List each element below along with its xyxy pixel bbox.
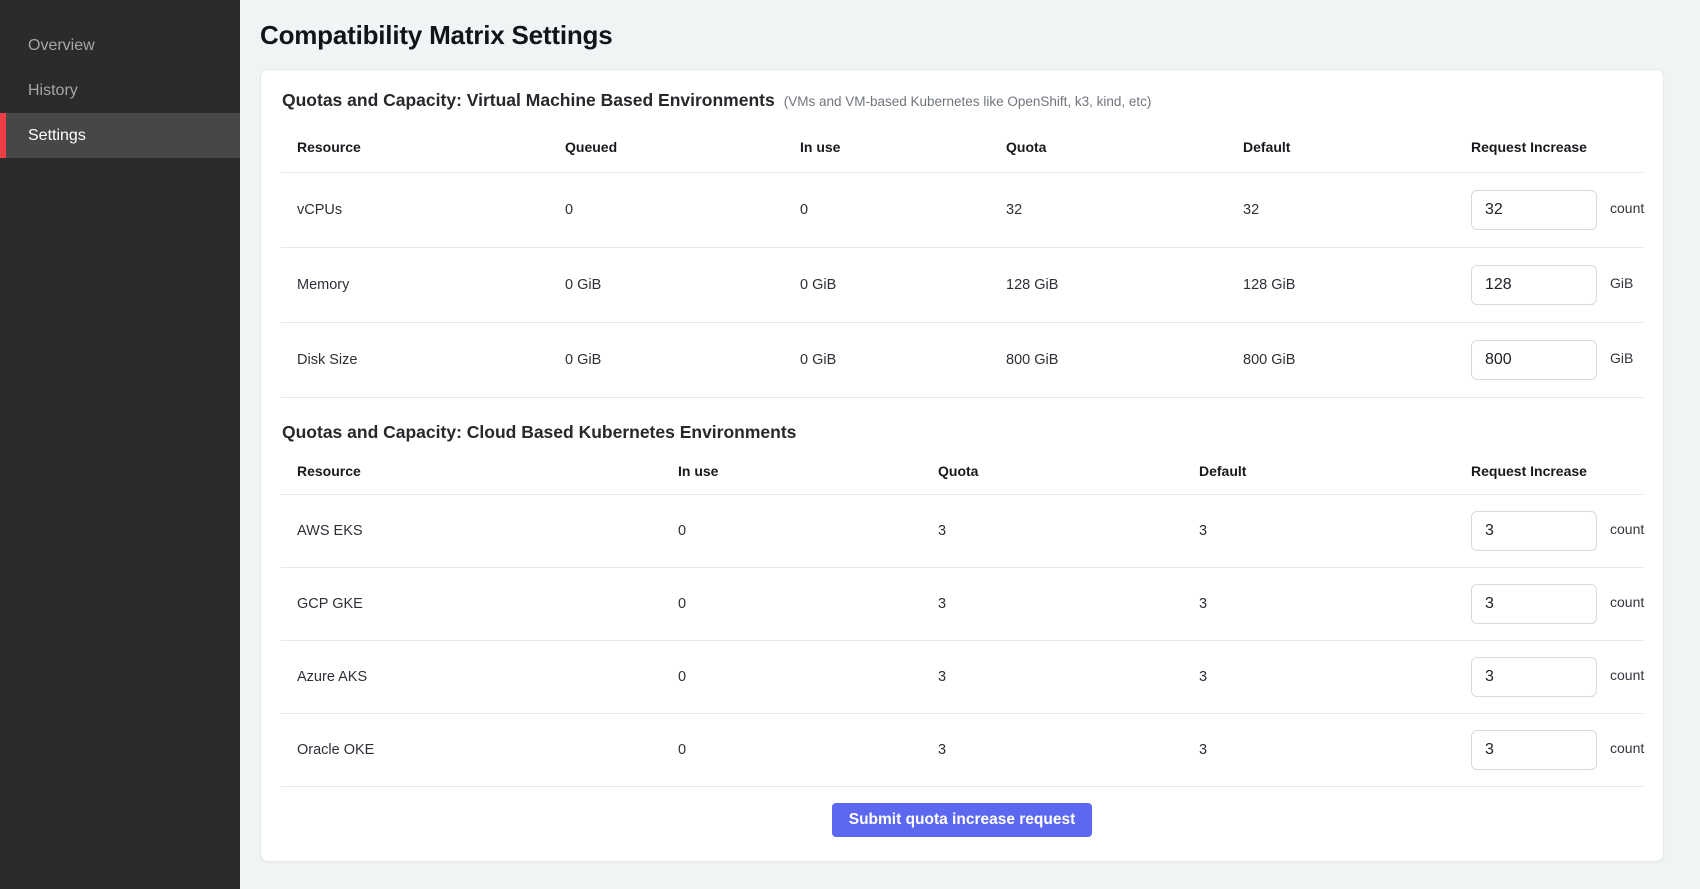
request-increase-cell: count [1471, 657, 1643, 697]
in-use-value: 0 [800, 202, 1006, 218]
queued-value: 0 GiB [565, 352, 800, 368]
quota-value: 800 GiB [1006, 352, 1243, 368]
gcp-gke-request-input[interactable] [1471, 584, 1597, 624]
request-increase-cell: count [1471, 584, 1643, 624]
k8s-section-header: Quotas and Capacity: Cloud Based Kuberne… [281, 422, 1643, 443]
request-increase-cell: GiB [1471, 340, 1643, 380]
default-value: 800 GiB [1243, 352, 1471, 368]
in-use-value: 0 [678, 669, 938, 685]
quota-value: 3 [938, 523, 1199, 539]
sidebar-item-overview[interactable]: Overview [0, 23, 240, 68]
request-increase-cell: GiB [1471, 265, 1643, 305]
in-use-value: 0 GiB [800, 277, 1006, 293]
unit-label: GiB [1610, 275, 1633, 291]
column-header-resource: Resource [297, 463, 678, 479]
table-row: Oracle OKE 0 3 3 count [281, 714, 1643, 787]
column-header-in-use: In use [800, 139, 1006, 155]
quota-value: 3 [938, 596, 1199, 612]
queued-value: 0 [565, 202, 800, 218]
resource-name: vCPUs [297, 202, 565, 218]
resource-name: Memory [297, 277, 565, 293]
unit-label: count [1610, 667, 1644, 683]
quota-value: 3 [938, 669, 1199, 685]
in-use-value: 0 [678, 523, 938, 539]
column-header-quota: Quota [1006, 139, 1243, 155]
disk-size-request-input[interactable] [1471, 340, 1597, 380]
page-title: Compatibility Matrix Settings [260, 20, 1664, 51]
azure-aks-request-input[interactable] [1471, 657, 1597, 697]
main-content: Compatibility Matrix Settings Quotas and… [240, 0, 1700, 889]
table-row: Disk Size 0 GiB 0 GiB 800 GiB 800 GiB Gi… [281, 323, 1643, 398]
table-row: vCPUs 0 0 32 32 count [281, 173, 1643, 248]
resource-name: GCP GKE [297, 596, 678, 612]
submit-quota-increase-button[interactable]: Submit quota increase request [832, 803, 1093, 837]
default-value: 3 [1199, 523, 1471, 539]
default-value: 128 GiB [1243, 277, 1471, 293]
unit-label: count [1610, 594, 1644, 610]
sidebar-item-history[interactable]: History [0, 68, 240, 113]
unit-label: GiB [1610, 350, 1633, 366]
quota-value: 32 [1006, 202, 1243, 218]
sidebar-item-label: History [28, 82, 78, 100]
quota-value: 128 GiB [1006, 277, 1243, 293]
vm-section-header: Quotas and Capacity: Virtual Machine Bas… [281, 90, 1643, 111]
vcpus-request-input[interactable] [1471, 190, 1597, 230]
unit-label: count [1610, 521, 1644, 537]
sidebar-item-label: Overview [28, 37, 95, 55]
quota-value: 3 [938, 742, 1199, 758]
k8s-table-header: Resource In use Quota Default Request In… [281, 443, 1643, 495]
unit-label: count [1610, 740, 1644, 756]
column-header-queued: Queued [565, 139, 800, 155]
sidebar-item-label: Settings [28, 127, 86, 145]
resource-name: Oracle OKE [297, 742, 678, 758]
request-increase-cell: count [1471, 730, 1643, 770]
aws-eks-request-input[interactable] [1471, 511, 1597, 551]
default-value: 3 [1199, 596, 1471, 612]
unit-label: count [1610, 200, 1644, 216]
sidebar-item-settings[interactable]: Settings [0, 113, 240, 158]
resource-name: Azure AKS [297, 669, 678, 685]
default-value: 3 [1199, 669, 1471, 685]
column-header-request-increase: Request Increase [1471, 139, 1643, 155]
column-header-default: Default [1243, 139, 1471, 155]
settings-card: Quotas and Capacity: Virtual Machine Bas… [260, 69, 1664, 862]
vm-section-subtitle: (VMs and VM-based Kubernetes like OpenSh… [784, 94, 1152, 109]
column-header-default: Default [1199, 463, 1471, 479]
queued-value: 0 GiB [565, 277, 800, 293]
vm-section-title: Quotas and Capacity: Virtual Machine Bas… [282, 90, 775, 111]
oracle-oke-request-input[interactable] [1471, 730, 1597, 770]
column-header-request-increase: Request Increase [1471, 463, 1643, 479]
request-increase-cell: count [1471, 190, 1643, 230]
in-use-value: 0 [678, 596, 938, 612]
sidebar: Overview History Settings [0, 0, 240, 889]
card-footer: Submit quota increase request [281, 787, 1643, 847]
memory-request-input[interactable] [1471, 265, 1597, 305]
column-header-quota: Quota [938, 463, 1199, 479]
in-use-value: 0 [678, 742, 938, 758]
k8s-section-title: Quotas and Capacity: Cloud Based Kuberne… [282, 422, 796, 443]
default-value: 3 [1199, 742, 1471, 758]
default-value: 32 [1243, 202, 1471, 218]
table-row: Memory 0 GiB 0 GiB 128 GiB 128 GiB GiB [281, 248, 1643, 323]
resource-name: Disk Size [297, 352, 565, 368]
resource-name: AWS EKS [297, 523, 678, 539]
table-row: AWS EKS 0 3 3 count [281, 495, 1643, 568]
table-row: Azure AKS 0 3 3 count [281, 641, 1643, 714]
table-row: GCP GKE 0 3 3 count [281, 568, 1643, 641]
vm-table-header: Resource Queued In use Quota Default Req… [281, 111, 1643, 173]
column-header-resource: Resource [297, 139, 565, 155]
column-header-in-use: In use [678, 463, 938, 479]
request-increase-cell: count [1471, 511, 1643, 551]
in-use-value: 0 GiB [800, 352, 1006, 368]
